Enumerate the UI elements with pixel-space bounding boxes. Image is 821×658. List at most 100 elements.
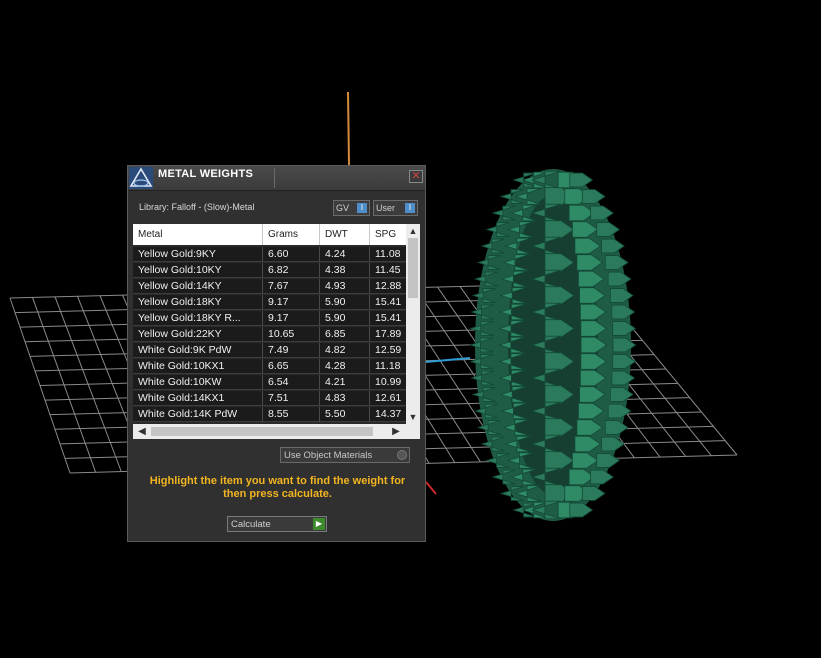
column-header-grams[interactable]: Grams <box>263 224 320 245</box>
cell-grams: 6.54 <box>263 375 320 390</box>
table-header: Metal Grams DWT SPG <box>133 224 406 245</box>
cell-dwt: 4.93 <box>320 279 370 294</box>
ring-spike <box>604 420 629 435</box>
cell-grams: 9.17 <box>263 295 320 310</box>
title-divider <box>274 168 275 188</box>
cell-dwt: 5.90 <box>320 311 370 326</box>
cell-dwt: 5.50 <box>320 407 370 422</box>
ring-spike <box>607 271 632 287</box>
cell-metal: Yellow Gold:18KY <box>133 295 263 310</box>
ring-spike <box>604 255 629 270</box>
radio-indicator-icon <box>397 450 407 460</box>
calculate-button[interactable]: Calculate ▶ <box>227 516 327 532</box>
cell-dwt: 4.82 <box>320 343 370 358</box>
cell-metal: Yellow Gold:9KY <box>133 247 263 262</box>
cell-grams: 7.51 <box>263 391 320 406</box>
calculate-label: Calculate <box>231 519 271 530</box>
table-row[interactable]: White Gold:10KW 6.54 4.21 10.99 <box>133 375 406 390</box>
cell-grams: 9.17 <box>263 311 320 326</box>
column-header-dwt[interactable]: DWT <box>320 224 370 245</box>
cell-spg: 10.99 <box>375 376 402 388</box>
table-row[interactable]: Yellow Gold:22KY 10.65 6.85 17.89 <box>133 327 406 342</box>
cell-metal: White Gold:14KX1 <box>133 391 263 406</box>
column-header-metal[interactable]: Metal <box>133 224 263 245</box>
close-button[interactable]: ✕ <box>409 170 423 183</box>
ring-spike <box>611 304 636 320</box>
cell-metal: Yellow Gold:14KY <box>133 279 263 294</box>
cell-metal: Yellow Gold:18KY R... <box>133 311 263 326</box>
table-row[interactable]: White Gold:9K PdW 7.49 4.82 12.59 <box>133 343 406 358</box>
cell-spg: 15.41 <box>375 312 402 324</box>
scroll-right-icon[interactable]: ▶ <box>389 424 403 439</box>
cell-dwt: 4.38 <box>320 263 370 278</box>
ring-model[interactable] <box>468 169 637 521</box>
table-row[interactable]: White Gold:14K PdW 8.55 5.50 14.37 <box>133 407 406 422</box>
ring-spike <box>611 370 636 386</box>
user-toggle[interactable]: User I <box>373 200 418 216</box>
table-row[interactable]: Yellow Gold:18KY 9.17 5.90 15.41 <box>133 295 406 310</box>
scroll-left-icon[interactable]: ◀ <box>135 424 149 439</box>
cell-metal: White Gold:9K PdW <box>133 343 263 358</box>
ring-spike <box>590 469 614 485</box>
gv-toggle[interactable]: GV I <box>333 200 370 216</box>
ring-spike <box>596 222 621 237</box>
ring-spike <box>581 486 606 501</box>
panel-title: METAL WEIGHTS <box>158 168 254 180</box>
horizontal-scroll-thumb[interactable] <box>151 427 373 436</box>
red-axis-line <box>425 481 437 495</box>
table-row[interactable]: White Gold:10KX1 6.65 4.28 11.18 <box>133 359 406 374</box>
cell-grams: 8.55 <box>263 407 320 422</box>
cell-dwt: 4.28 <box>320 359 370 374</box>
cell-grams: 6.82 <box>263 263 320 278</box>
table-row[interactable]: Yellow Gold:14KY 7.67 4.93 12.88 <box>133 279 406 294</box>
vertical-scroll-thumb[interactable] <box>408 238 418 298</box>
cell-metal: White Gold:10KX1 <box>133 359 263 374</box>
vertical-axis-line <box>347 91 350 166</box>
cell-spg: 11.08 <box>375 248 401 260</box>
close-icon: ✕ <box>411 170 421 182</box>
column-header-spg[interactable]: SPG <box>370 224 406 245</box>
ring-spike <box>612 321 637 336</box>
triangle-logo-icon <box>129 167 153 189</box>
ring-spike <box>609 288 634 303</box>
instruction-text: Highlight the item you want to find the … <box>149 475 406 500</box>
cell-grams: 10.65 <box>263 327 320 342</box>
ring-spike <box>596 453 621 468</box>
use-object-materials-checkbox[interactable]: Use Object Materials <box>280 447 410 463</box>
metal-weights-table: Metal Grams DWT SPG Yellow Gold:9KY 6.60 4… <box>133 224 420 439</box>
table-row[interactable]: Yellow Gold:18KY R... 9.17 5.90 15.41 <box>133 311 406 326</box>
cell-spg: 11.45 <box>375 264 401 276</box>
scroll-down-icon[interactable]: ▼ <box>406 411 420 423</box>
scroll-up-icon[interactable]: ▲ <box>406 225 420 237</box>
play-icon: ▶ <box>313 518 325 530</box>
horizontal-scrollbar[interactable]: ◀ ▶ <box>133 424 420 439</box>
cell-metal: White Gold:14K PdW <box>133 407 263 422</box>
cell-dwt: 4.21 <box>320 375 370 390</box>
gv-toggle-label: GV <box>336 203 350 213</box>
cell-spg: 17.89 <box>375 328 402 340</box>
ring-spike <box>569 502 594 518</box>
library-label: Library: Falloff - (Slow)-Metal <box>139 202 255 212</box>
vertical-scrollbar[interactable]: ▲ ▼ <box>406 224 420 424</box>
ring-spike <box>581 189 606 204</box>
cell-metal: Yellow Gold:22KY <box>133 327 263 342</box>
cell-metal: White Gold:10KW <box>133 375 263 390</box>
ring-spike <box>569 172 594 188</box>
cell-spg: 12.61 <box>375 392 402 404</box>
cell-grams: 6.60 <box>263 247 320 262</box>
user-indicator-icon: I <box>405 203 415 213</box>
cell-spg: 15.41 <box>375 296 402 308</box>
cell-dwt: 6.85 <box>320 327 370 342</box>
cell-spg: 12.59 <box>375 344 402 356</box>
cell-dwt: 4.83 <box>320 391 370 406</box>
cell-dwt: 5.90 <box>320 295 370 310</box>
table-row[interactable]: Yellow Gold:9KY 6.60 4.24 11.08 <box>133 247 406 262</box>
metal-weights-panel: METAL WEIGHTS ✕ Library: Falloff - (Slow… <box>127 165 426 542</box>
table-row[interactable]: White Gold:14KX1 7.51 4.83 12.61 <box>133 391 406 406</box>
cell-grams: 6.65 <box>263 359 320 374</box>
panel-titlebar[interactable]: METAL WEIGHTS ✕ <box>128 166 425 191</box>
user-toggle-label: User <box>376 203 396 213</box>
table-row[interactable]: Yellow Gold:10KY 6.82 4.38 11.45 <box>133 263 406 278</box>
ring-spike <box>607 403 632 419</box>
ring-spike <box>590 205 614 221</box>
